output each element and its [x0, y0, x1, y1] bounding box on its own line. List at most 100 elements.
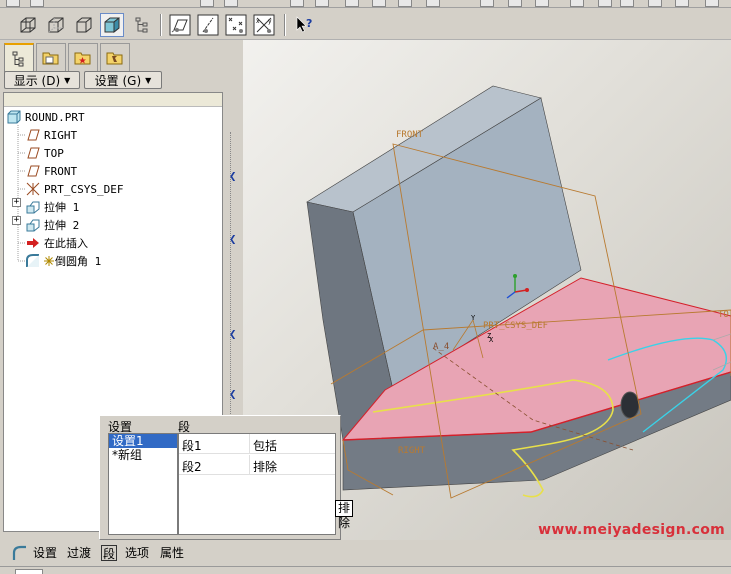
round-tool-icon — [12, 544, 28, 565]
toolbar-icon[interactable] — [508, 0, 522, 7]
panel-splitter[interactable]: ❮ ❮ ❮ ❮ — [227, 40, 241, 422]
collapse-arrow-icon[interactable]: ❮ — [229, 330, 237, 340]
segment-status[interactable]: 包括 — [253, 437, 277, 454]
settings-list-item[interactable]: 设置1 — [109, 434, 177, 448]
extrude-icon — [25, 199, 41, 215]
tree-item-top[interactable]: TOP — [25, 144, 64, 162]
shading-icon[interactable] — [100, 13, 124, 37]
tree-item-csys[interactable]: PRT_CSYS_DEF — [25, 180, 123, 198]
tab-settings[interactable]: 设置 — [33, 545, 57, 561]
toolbar-icon[interactable] — [426, 0, 440, 7]
segment-status[interactable]: 排除 — [253, 458, 277, 475]
tab-segments[interactable]: 段 — [101, 545, 118, 561]
tree-item-label: 拉伸 1 — [44, 201, 80, 214]
tree-item-label: 倒圆角 1 — [55, 255, 102, 268]
model-tree-icon — [12, 51, 24, 66]
tree-item-label: FRONT — [44, 164, 78, 178]
toolbar-icon[interactable] — [570, 0, 584, 7]
toolbar-icon[interactable] — [372, 0, 386, 7]
tab-folder-browser[interactable] — [36, 43, 66, 71]
collapse-arrow-icon[interactable]: ❮ — [229, 172, 237, 182]
tab-connections[interactable] — [100, 43, 130, 71]
toolbar-icon[interactable] — [480, 0, 494, 7]
svg-text:y: y — [268, 18, 272, 25]
dashboard-tabs: 设置 过渡 段 选项 属性 — [0, 540, 731, 566]
table-row[interactable]: 段2 排除 — [179, 455, 335, 475]
display-menu-label: 显示 (D) — [13, 73, 61, 88]
tree-item-round-1[interactable]: 倒圆角 1 — [25, 252, 101, 270]
tree-item-label: TOP — [44, 146, 64, 160]
toolbar-icon[interactable] — [224, 0, 238, 7]
datum-plane-icon — [25, 127, 41, 143]
dropdown-arrow-icon: ▼ — [145, 75, 152, 85]
segment-name: 段1 — [182, 439, 202, 453]
front-plane-label: FRONT — [396, 130, 424, 140]
toolbar-icon[interactable] — [290, 0, 304, 7]
context-help-icon[interactable]: ? — [292, 13, 316, 37]
settings-list[interactable]: 设置1 *新组 — [108, 433, 178, 535]
expand-icon[interactable]: + — [12, 198, 21, 207]
tab-options[interactable]: 选项 — [125, 545, 149, 561]
tree-item-label: ROUND.PRT — [25, 110, 85, 124]
datum-points-toggle-icon[interactable] — [224, 13, 248, 37]
toolbar-icon[interactable] — [6, 0, 20, 7]
tab-favorites[interactable] — [68, 43, 98, 71]
toolbar-icon[interactable] — [620, 0, 634, 7]
csys-label: PRT_CSYS_DEF — [483, 321, 549, 331]
expand-icon[interactable]: + — [12, 216, 21, 225]
toolbar-icon[interactable] — [345, 0, 359, 7]
display-menu-button[interactable]: 显示 (D) ▼ — [4, 71, 80, 89]
tree-item-part[interactable]: ROUND.PRT — [6, 108, 85, 126]
datum-plane-icon — [25, 145, 41, 161]
toolbar-icon[interactable] — [648, 0, 662, 7]
tree-item-right[interactable]: RIGHT — [25, 126, 77, 144]
toolbar-separator — [284, 14, 286, 36]
wireframe-icon[interactable] — [16, 13, 40, 37]
right-plane-label: RIGHT — [398, 446, 426, 456]
axis-label: A_4 — [433, 342, 450, 352]
toolbar-separator — [160, 14, 162, 36]
hole — [620, 391, 640, 419]
toolbar-icon[interactable] — [398, 0, 412, 7]
tab-transitions[interactable]: 过渡 — [67, 545, 91, 561]
tree-item-front[interactable]: FRONT — [25, 162, 77, 180]
toolbar-icon[interactable] — [200, 0, 214, 7]
tab-properties[interactable]: 属性 — [160, 545, 184, 561]
toolbar-icon[interactable] — [705, 0, 719, 7]
extrude-icon — [25, 217, 41, 233]
tree-item-label: 在此插入 — [44, 237, 88, 250]
coordinate-systems-toggle-icon[interactable]: xy — [252, 13, 276, 37]
hidden-line-icon[interactable] — [44, 13, 68, 37]
tree-item-extrude-1[interactable]: 拉伸 1 — [25, 198, 79, 216]
new-feature-star-icon — [44, 253, 54, 269]
toolbar-icon[interactable] — [598, 0, 612, 7]
datum-axes-toggle-icon[interactable] — [196, 13, 220, 37]
settings-menu-label: 设置 (G) — [94, 73, 142, 88]
tab-model-tree[interactable] — [4, 43, 34, 72]
tree-item-extrude-2[interactable]: 拉伸 2 — [25, 216, 79, 234]
segments-table: 段1 包括 段2 排除 排除 — [178, 433, 354, 535]
tree-item-label: 拉伸 2 — [44, 219, 80, 232]
tree-item-label: PRT_CSYS_DEF — [44, 182, 124, 196]
top-toolbar-strip — [0, 0, 731, 8]
no-hidden-icon[interactable] — [72, 13, 96, 37]
toolbar-icon[interactable] — [535, 0, 549, 7]
datum-planes-toggle-icon[interactable] — [168, 13, 192, 37]
insert-here-arrow-icon — [25, 235, 41, 251]
toolbar-icon[interactable] — [675, 0, 689, 7]
table-row[interactable]: 段1 包括 — [179, 434, 335, 454]
view-toolbar: xy ? — [0, 8, 731, 40]
toolbar-icon[interactable] — [30, 0, 44, 7]
model-tree-toggle-icon[interactable] — [130, 13, 154, 37]
collapse-arrow-icon[interactable]: ❮ — [229, 390, 237, 400]
settings-list-item[interactable]: *新组 — [109, 448, 177, 462]
toolbar-icon[interactable] — [315, 0, 329, 7]
settings-menu-button[interactable]: 设置 (G) ▼ — [84, 71, 162, 89]
segment-name: 段2 — [182, 460, 202, 474]
exclude-tooltip: 排除 — [335, 500, 354, 530]
status-bar — [0, 566, 731, 574]
tree-item-insert-here[interactable]: 在此插入 — [25, 234, 88, 252]
favorites-folder-icon — [74, 52, 91, 64]
datum-plane-icon — [25, 163, 41, 179]
collapse-arrow-icon[interactable]: ❮ — [229, 235, 237, 245]
